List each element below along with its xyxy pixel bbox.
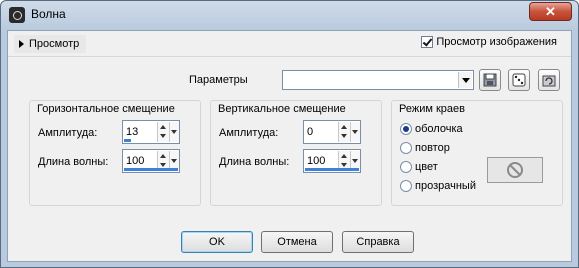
- window-title: Волна: [31, 7, 66, 21]
- params-row: Параметры: [8, 68, 571, 92]
- params-combo[interactable]: [282, 70, 474, 90]
- edge-mode-radio-transparent[interactable]: [400, 180, 412, 193]
- no-color-icon: [507, 162, 523, 178]
- close-button[interactable]: ✕: [529, 2, 572, 21]
- chevron-down-icon[interactable]: [458, 72, 472, 88]
- h-amplitude-label: Амплитуда:: [38, 127, 98, 139]
- horizontal-offset-title: Горизонтальное смещение: [36, 103, 176, 115]
- title-bar[interactable]: Волна ✕: [1, 1, 578, 29]
- vertical-offset-group: Вертикальное смещение Амплитуда: 0 Длина…: [210, 100, 382, 206]
- v-wavelength-label: Длина волны:: [219, 156, 290, 168]
- help-button[interactable]: Справка: [342, 231, 414, 253]
- save-preset-button[interactable]: [479, 69, 501, 91]
- image-preview-checkbox[interactable]: [421, 36, 434, 49]
- params-label: Параметры: [189, 74, 248, 86]
- edge-mode-option-color[interactable]: цвет: [400, 161, 438, 177]
- v-amplitude-value: 0: [307, 126, 314, 138]
- edge-color-swatch[interactable]: [487, 157, 543, 183]
- h-wavelength-label: Длина волны:: [38, 156, 109, 168]
- v-wavelength-input[interactable]: 100: [303, 149, 361, 173]
- h-wavelength-input[interactable]: 100: [122, 149, 180, 173]
- edge-mode-group: Режим краев оболочка повтор цвет прозрач…: [391, 100, 563, 206]
- h-amplitude-input[interactable]: 13: [122, 120, 180, 144]
- h-amplitude-value: 13: [126, 126, 139, 138]
- edge-mode-radio-color[interactable]: [400, 161, 412, 174]
- h-amplitude-spinner[interactable]: [157, 122, 169, 142]
- image-preview-option[interactable]: Просмотр изображения: [421, 36, 557, 49]
- v-amplitude-input[interactable]: 0: [303, 120, 361, 144]
- reset-button[interactable]: [538, 69, 560, 91]
- v-amplitude-dropdown[interactable]: [350, 122, 360, 142]
- cancel-button[interactable]: Отмена: [261, 231, 333, 253]
- v-wavelength-value: 100: [307, 155, 326, 167]
- random-button[interactable]: [508, 69, 530, 91]
- dice-icon: [512, 73, 526, 87]
- v-wavelength-bar: [305, 168, 359, 171]
- save-icon: [483, 73, 497, 87]
- v-amplitude-label: Амплитуда:: [219, 127, 279, 139]
- edge-mode-radio-repeat[interactable]: [400, 142, 412, 155]
- camera-icon: [9, 7, 25, 23]
- h-amplitude-bar: [124, 139, 131, 142]
- dialog-window: Волна ✕ Просмотр Просмотр изображения Па…: [0, 0, 579, 268]
- edge-mode-label-color: цвет: [415, 161, 438, 174]
- edge-mode-label-transparent: прозрачный: [415, 180, 476, 193]
- h-wavelength-bar: [124, 168, 178, 171]
- h-amplitude-dropdown[interactable]: [169, 122, 179, 142]
- reset-icon: [542, 75, 556, 87]
- edge-mode-option-wrap[interactable]: оболочка: [400, 123, 463, 139]
- edge-mode-label-repeat: повтор: [415, 142, 450, 155]
- edge-mode-label-wrap: оболочка: [415, 123, 463, 136]
- preview-toggle-button[interactable]: Просмотр: [14, 35, 87, 53]
- expand-arrow-icon: [19, 40, 24, 48]
- preview-toggle-label: Просмотр: [29, 38, 80, 50]
- horizontal-offset-group: Горизонтальное смещение Амплитуда: 13 Дл…: [29, 100, 201, 206]
- edge-mode-option-repeat[interactable]: повтор: [400, 142, 450, 158]
- image-preview-label: Просмотр изображения: [436, 36, 557, 49]
- vertical-offset-title: Вертикальное смещение: [217, 103, 347, 115]
- edge-mode-option-transparent[interactable]: прозрачный: [400, 180, 476, 196]
- ok-button[interactable]: OK: [181, 231, 253, 253]
- v-amplitude-spinner[interactable]: [338, 122, 350, 142]
- h-wavelength-value: 100: [126, 155, 145, 167]
- edge-mode-title: Режим краев: [398, 103, 466, 115]
- dialog-body: Просмотр Просмотр изображения Параметры: [7, 30, 572, 262]
- preview-bar: Просмотр Просмотр изображения: [8, 31, 571, 57]
- edge-mode-radio-wrap[interactable]: [400, 123, 412, 136]
